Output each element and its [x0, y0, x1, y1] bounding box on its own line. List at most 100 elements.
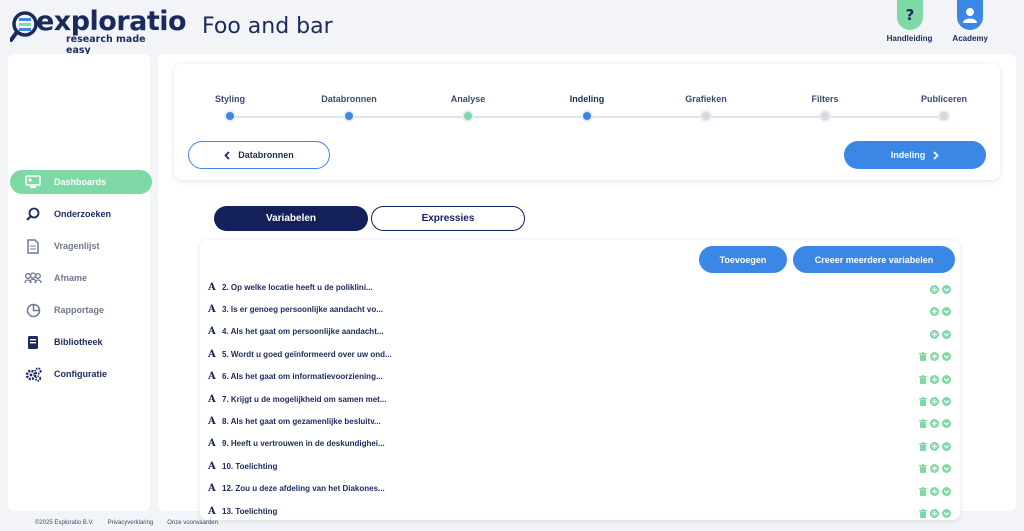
- add-circle-icon[interactable]: [930, 438, 939, 456]
- terms-link[interactable]: Onze voorwaarden: [167, 520, 218, 526]
- sidebar-item-dashboards[interactable]: Dashboards: [10, 170, 152, 194]
- chevron-down-circle-icon[interactable]: [942, 393, 951, 411]
- row-actions: [919, 415, 951, 433]
- variable-row[interactable]: A 9. Heeft u vertrouwen in de deskundighe…: [200, 433, 960, 455]
- tab-variabelen[interactable]: Variabelen: [214, 206, 368, 231]
- variable-type-icon: A: [208, 505, 216, 517]
- chevron-down-circle-icon[interactable]: [942, 326, 951, 344]
- row-actions: [919, 483, 951, 501]
- add-circle-icon[interactable]: [930, 326, 939, 344]
- step-styling[interactable]: Styling: [185, 94, 275, 122]
- sidebar-item-rapportage[interactable]: Rapportage: [10, 298, 152, 322]
- row-actions: [930, 326, 951, 344]
- trash-icon[interactable]: [919, 371, 927, 389]
- user-icon: [957, 0, 984, 30]
- sidebar-item-configuratie[interactable]: Configuratie: [10, 362, 152, 386]
- add-circle-icon[interactable]: [930, 415, 939, 433]
- sidebar-item-onderzoeken[interactable]: Onderzoeken: [10, 202, 152, 226]
- step-dot: [462, 110, 474, 122]
- variable-row[interactable]: A 13. Toelichting: [200, 500, 960, 520]
- chevron-down-circle-icon[interactable]: [942, 348, 951, 366]
- chevron-down-circle-icon[interactable]: [942, 371, 951, 389]
- create-multiple-variables-button[interactable]: Creeer meerdere variabelen: [793, 246, 955, 273]
- variable-row[interactable]: A 6. Als het gaat om informatievoorzienin…: [200, 366, 960, 388]
- trash-icon[interactable]: [919, 438, 927, 456]
- footer: ©2025 Exploratio B.V. Privacyverklaring …: [35, 520, 218, 526]
- variable-name: 8. Als het gaat om gezamenlijke besluitv…: [222, 417, 381, 427]
- chevron-down-circle-icon[interactable]: [942, 303, 951, 321]
- trash-icon[interactable]: [919, 393, 927, 411]
- variable-row[interactable]: A 10. Toelichting: [200, 455, 960, 477]
- variable-row[interactable]: A 3. Is er genoeg persoonlijke aandacht v…: [200, 298, 960, 320]
- step-grafieken[interactable]: Grafieken: [661, 94, 751, 122]
- chevron-down-circle-icon[interactable]: [942, 505, 951, 520]
- variables-panel: Toevoegen Creeer meerdere variabelen A 2.…: [200, 240, 960, 520]
- library-icon: [24, 333, 42, 351]
- add-circle-icon[interactable]: [930, 393, 939, 411]
- add-circle-icon[interactable]: [930, 505, 939, 520]
- variable-name: 2. Op welke locatie heeft u de poliklini…: [222, 282, 373, 292]
- step-label: Databronnen: [321, 94, 377, 104]
- add-circle-icon[interactable]: [930, 460, 939, 478]
- sidebar-item-afname[interactable]: Afname: [10, 266, 152, 290]
- variable-row[interactable]: A 4. Als het gaat om persoonlijke aandach…: [200, 321, 960, 343]
- copyright-text: ©2025 Exploratio B.V.: [35, 520, 94, 526]
- variable-name: 7. Krijgt u de mogelijkheid om samen met…: [222, 394, 387, 404]
- add-circle-icon[interactable]: [930, 281, 939, 299]
- chevron-left-icon: [224, 150, 230, 160]
- variable-row[interactable]: A 8. Als het gaat om gezamenlijke besluit…: [200, 410, 960, 432]
- variable-name: 6. Als het gaat om informatievoorziening…: [222, 372, 383, 382]
- step-databronnen[interactable]: Databronnen: [304, 94, 394, 122]
- sidebar-item-bibliotheek[interactable]: Bibliotheek: [10, 330, 152, 354]
- privacy-link[interactable]: Privacyverklaring: [108, 520, 154, 526]
- row-actions: [930, 303, 951, 321]
- add-circle-icon[interactable]: [930, 348, 939, 366]
- row-actions: [919, 348, 951, 366]
- handleiding-button[interactable]: ? Handleiding: [887, 0, 932, 43]
- trash-icon[interactable]: [919, 348, 927, 366]
- step-dot: [343, 110, 355, 122]
- tab-expressies[interactable]: Expressies: [371, 206, 525, 231]
- trash-icon[interactable]: [919, 415, 927, 433]
- variable-type-icon: A: [208, 371, 216, 383]
- academy-button[interactable]: Academy: [952, 0, 988, 43]
- sidebar-item-vragenlijst[interactable]: Vragenlijst: [10, 234, 152, 258]
- sidebar-item-label: Vragenlijst: [54, 241, 100, 251]
- gears-icon: [24, 365, 42, 383]
- step-filters[interactable]: Filters: [780, 94, 870, 122]
- step-indeling[interactable]: Indeling: [542, 94, 632, 122]
- add-variable-button[interactable]: Toevoegen: [699, 246, 787, 273]
- chevron-down-circle-icon[interactable]: [942, 483, 951, 501]
- back-button[interactable]: Databronnen: [188, 141, 330, 169]
- variable-type-icon: A: [208, 483, 216, 495]
- variable-row[interactable]: A 5. Wordt u goed geïnformeerd over uw on…: [200, 343, 960, 365]
- chevron-down-circle-icon[interactable]: [942, 281, 951, 299]
- step-dot: [938, 110, 950, 122]
- variable-row[interactable]: A 7. Krijgt u de mogelijkheid om samen me…: [200, 388, 960, 410]
- step-dot: [224, 110, 236, 122]
- trash-icon[interactable]: [919, 505, 927, 520]
- step-analyse[interactable]: Analyse: [423, 94, 513, 122]
- add-circle-icon[interactable]: [930, 483, 939, 501]
- main-content: Styling Databronnen Analyse Indeling Gra…: [158, 54, 1016, 520]
- logo[interactable]: exploratio research made easy: [10, 6, 187, 56]
- add-circle-icon[interactable]: [930, 371, 939, 389]
- next-button[interactable]: Indeling: [844, 141, 986, 169]
- trash-icon[interactable]: [919, 460, 927, 478]
- variable-type-icon: A: [208, 326, 216, 338]
- sidebar-item-label: Afname: [54, 273, 88, 283]
- sidebar-item-label: Onderzoeken: [54, 209, 112, 219]
- step-label: Styling: [214, 94, 245, 104]
- chevron-down-circle-icon[interactable]: [942, 460, 951, 478]
- step-publiceren[interactable]: Publiceren: [899, 94, 989, 122]
- variable-type-icon: A: [208, 348, 216, 360]
- row-actions: [919, 460, 951, 478]
- chevron-down-circle-icon[interactable]: [942, 415, 951, 433]
- variable-row[interactable]: A 12. Zou u deze afdeling van het Diakone…: [200, 478, 960, 500]
- sidebar-item-label: Dashboards: [54, 177, 107, 187]
- chevron-down-circle-icon[interactable]: [942, 438, 951, 456]
- variable-list: A 2. Op welke locatie heeft u de poliklin…: [200, 276, 960, 520]
- add-circle-icon[interactable]: [930, 303, 939, 321]
- trash-icon[interactable]: [919, 483, 927, 501]
- variable-row[interactable]: A 2. Op welke locatie heeft u de poliklin…: [200, 276, 960, 298]
